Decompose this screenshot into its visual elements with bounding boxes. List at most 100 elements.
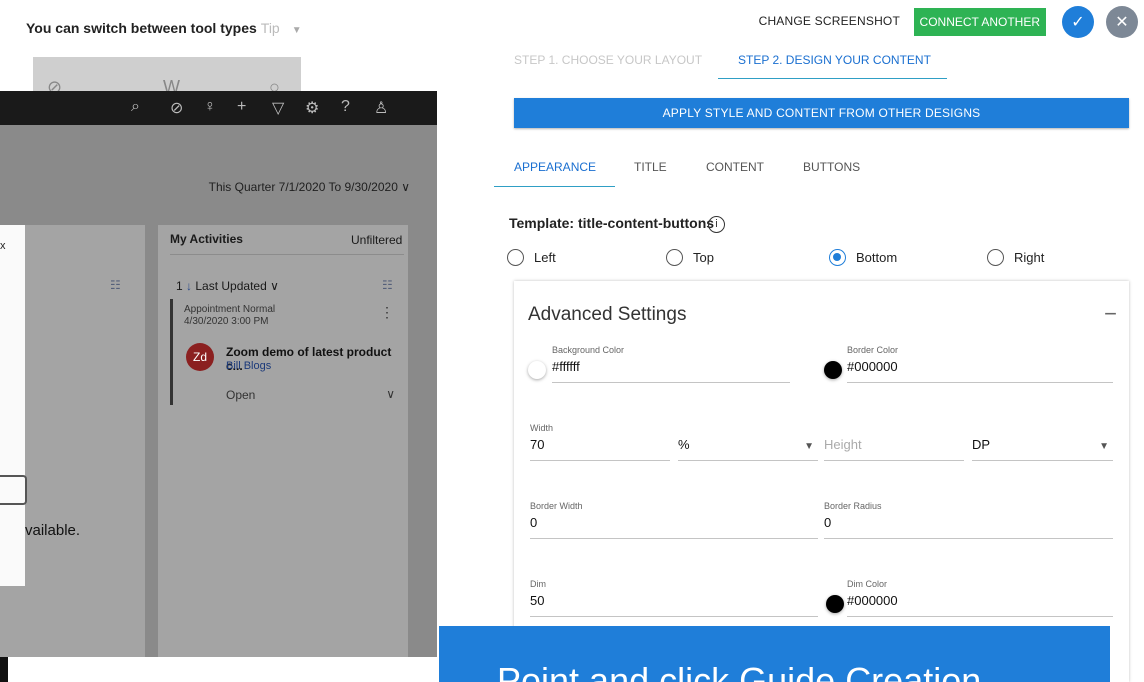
filter-icon: ▽	[272, 100, 285, 117]
border-color-field[interactable]: Border Color #000000	[847, 345, 1113, 383]
field-underline	[972, 460, 1113, 461]
dim-color-value: #000000	[847, 593, 898, 608]
decorative-bar	[0, 657, 8, 682]
crm-screenshot: ⌕ ⊘ ♀ + ▽ ⚙ ? ♙ This Quarter 7/1/2020 To…	[0, 91, 437, 657]
height-unit-select[interactable]: DP ▼	[972, 423, 1113, 461]
chevron-down-icon[interactable]: ▼	[292, 25, 302, 36]
radio-left[interactable]: Left	[507, 249, 556, 266]
list-view-icon: ☷	[382, 278, 393, 292]
activity-status: Open	[226, 388, 256, 402]
advanced-settings-title: Advanced Settings	[528, 304, 687, 325]
background-color-field[interactable]: Background Color #ffffff	[552, 345, 790, 383]
screenshot-preview-pane: You can switch between tool types Tip ▼ ⊘ …	[0, 0, 437, 682]
tab-buttons[interactable]: BUTTONS	[803, 160, 860, 174]
tab-title[interactable]: TITLE	[634, 160, 667, 174]
field-underline	[678, 460, 818, 461]
width-field[interactable]: Width 70	[530, 423, 670, 461]
border-radius-value: 0	[824, 515, 832, 530]
field-underline	[847, 382, 1113, 383]
radio-bottom-label: Bottom	[856, 250, 898, 265]
tool-type-tip[interactable]: You can switch between tool types Tip ▼	[26, 20, 302, 36]
activity-item: Appointment Normal 4/30/2020 3:00 PM ⋮ Z…	[170, 299, 404, 405]
sort-control: 1 ↓ Last Updated ∨	[176, 279, 279, 293]
more-icon: ⋮	[380, 304, 394, 320]
step-design-content[interactable]: STEP 2. DESIGN YOUR CONTENT	[738, 53, 931, 67]
radio-bottom[interactable]: Bottom	[829, 249, 897, 266]
user-icon: ♙	[374, 100, 389, 117]
tip-text: You can switch between tool types	[26, 20, 257, 36]
dim-color-swatch[interactable]	[826, 595, 844, 613]
list-view-icon: ☷	[110, 278, 121, 292]
close-button[interactable]: ✕	[1106, 6, 1138, 38]
plus-icon: +	[237, 98, 247, 115]
banner-text: Point and click Guide Creation	[497, 660, 982, 682]
connect-another-button[interactable]: CONNECT ANOTHER	[913, 8, 1046, 36]
border-width-label: Border Width	[530, 501, 583, 511]
activity-owner: Bill Blogs	[226, 360, 272, 372]
apply-style-button[interactable]: APPLY STYLE AND CONTENT FROM OTHER DESIG…	[514, 98, 1129, 128]
field-underline	[824, 538, 1113, 539]
dim-field[interactable]: Dim 50	[530, 579, 818, 617]
divider	[170, 254, 404, 255]
radio-selected-icon	[829, 249, 846, 266]
radio-right-label: Right	[1014, 250, 1045, 265]
border-color-label: Border Color	[847, 345, 899, 355]
search-icon: ⌕	[131, 98, 140, 115]
dim-label: Dim	[530, 579, 546, 589]
dim-value: 50	[530, 593, 545, 608]
designer-panel: CHANGE SCREENSHOT CONNECT ANOTHER ✓ ✕ ST…	[437, 0, 1144, 682]
step-choose-layout[interactable]: STEP 1. CHOOSE YOUR LAYOUT	[514, 53, 702, 67]
activities-title: My Activities	[170, 232, 243, 246]
field-underline	[824, 460, 964, 461]
task-icon: ⊘	[170, 100, 184, 117]
activities-filter: Unfiltered	[351, 233, 403, 247]
border-color-swatch[interactable]	[824, 361, 842, 379]
field-underline	[552, 382, 790, 383]
confirm-button[interactable]: ✓	[1062, 6, 1094, 38]
radio-top-label: Top	[693, 250, 714, 265]
activity-count: 1	[176, 279, 183, 293]
border-radius-field[interactable]: Border Radius 0	[824, 501, 1113, 539]
radio-right[interactable]: Right	[987, 249, 1044, 266]
lightbulb-icon: ♀	[204, 98, 216, 115]
chevron-down-icon: ▼	[1099, 441, 1109, 452]
field-underline	[530, 460, 670, 461]
template-label: Template: title-content-buttons	[509, 215, 715, 231]
button-fragment	[0, 475, 27, 505]
help-icon: ?	[341, 98, 350, 115]
avatar: Zd	[186, 343, 214, 371]
width-value: 70	[530, 437, 545, 452]
tip-label: Tip	[260, 20, 280, 36]
promo-banner: Point and click Guide Creation	[439, 626, 1110, 682]
background-color-label: Background Color	[552, 345, 625, 355]
background-color-swatch[interactable]	[528, 361, 546, 379]
sort-label: Last Updated	[195, 279, 267, 293]
width-unit-select[interactable]: % ▼	[678, 423, 818, 461]
tab-content[interactable]: CONTENT	[706, 160, 764, 174]
info-icon[interactable]: i	[708, 216, 725, 233]
close-icon: x	[0, 240, 6, 252]
radio-icon	[987, 249, 1004, 266]
radio-icon	[507, 249, 524, 266]
gear-icon: ⚙	[305, 100, 320, 117]
available-text: vailable.	[25, 522, 81, 539]
radio-left-label: Left	[534, 250, 556, 265]
border-width-field[interactable]: Border Width 0	[530, 501, 818, 539]
chevron-down-icon: ∨	[386, 387, 395, 401]
dim-color-field[interactable]: Dim Color #000000	[847, 579, 1113, 617]
arrow-down-icon: ↓	[186, 279, 193, 293]
step-active-indicator	[718, 78, 947, 79]
height-unit-value: DP	[972, 437, 991, 452]
radio-top[interactable]: Top	[666, 249, 714, 266]
template-options: Left Top Bottom Right	[507, 249, 1107, 269]
tab-appearance[interactable]: APPEARANCE	[514, 160, 596, 174]
activity-type: Appointment Normal	[184, 304, 276, 315]
activity-meta: Appointment Normal 4/30/2020 3:00 PM	[184, 304, 275, 328]
collapse-icon[interactable]: −	[1104, 301, 1117, 327]
height-field[interactable]: Height	[824, 423, 964, 461]
chevron-down-icon: ∨	[270, 279, 279, 293]
change-screenshot-button[interactable]: CHANGE SCREENSHOT	[759, 14, 900, 28]
border-width-value: 0	[530, 515, 538, 530]
height-placeholder: Height	[824, 437, 862, 452]
field-underline	[847, 616, 1113, 617]
